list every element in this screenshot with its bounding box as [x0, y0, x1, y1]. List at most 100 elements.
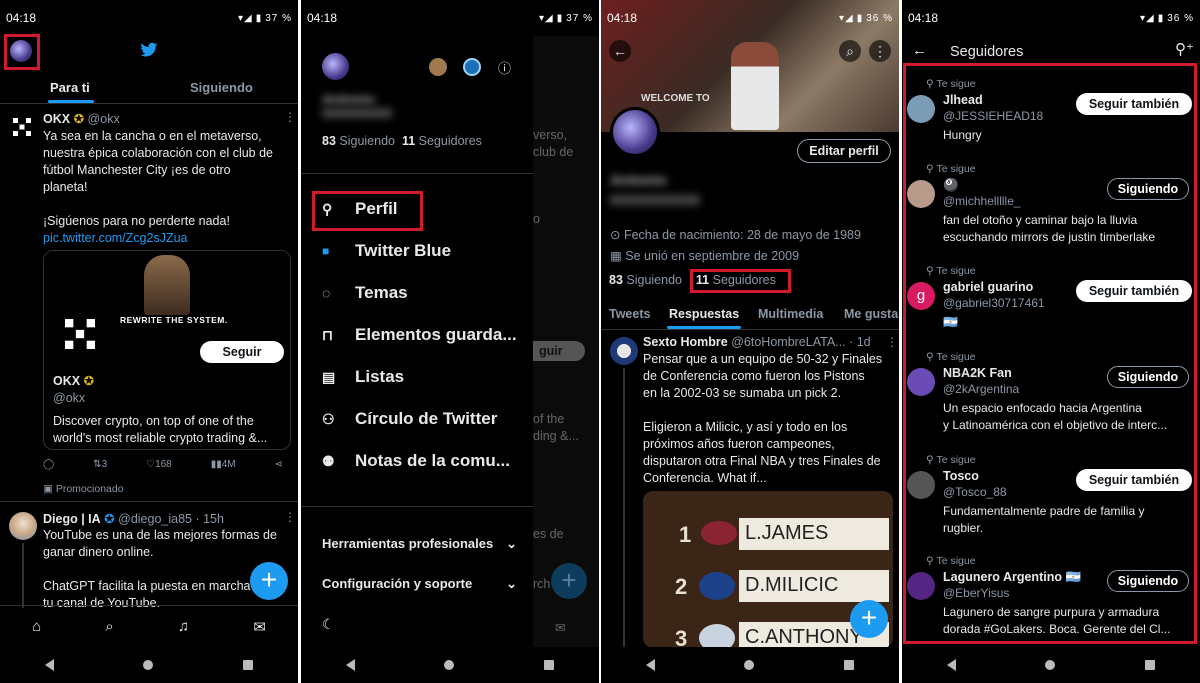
home-screen: 04:18 ▾◢ ▮ 37 % Para ti Siguiendo OKX ✪ @o… — [0, 0, 298, 683]
follower-row[interactable]: ⚲ Te sigue Lagunero Argentino 🇦🇷 @EberYisu… — [906, 555, 1194, 641]
menu-item-listas[interactable]: ▤ Listas — [322, 356, 517, 398]
back-arrow-icon[interactable]: ← — [912, 42, 927, 59]
follower-name[interactable]: NBA2K Fan — [943, 366, 1012, 380]
retweet-button[interactable]: ⇅3 — [93, 459, 107, 470]
tab-siguiendo[interactable]: Siguiendo — [190, 80, 253, 95]
follower-name[interactable]: 🎱 — [943, 178, 959, 193]
follow-action-button[interactable]: Seguir también — [1076, 280, 1192, 302]
arrow-left-icon: ← — [613, 43, 627, 59]
home-icon[interactable]: ⌂ — [32, 618, 41, 635]
home-circle-icon[interactable] — [143, 660, 154, 670]
back-icon[interactable] — [645, 659, 655, 671]
reply-avatar[interactable] — [610, 337, 638, 365]
search-button[interactable]: ⌕ — [839, 40, 861, 62]
follow-action-button[interactable]: Seguir también — [1076, 469, 1192, 491]
menu-item-bookmarks[interactable]: ⊓ Elementos guarda... — [322, 314, 517, 356]
home-circle-icon[interactable] — [1045, 660, 1056, 670]
follower-row[interactable]: ⚲ Te sigue g gabriel guarino @gabriel307174… — [906, 265, 1194, 351]
android-nav-bar — [902, 647, 1200, 683]
follow-action-button[interactable]: Siguiendo — [1107, 570, 1189, 592]
follower-avatar[interactable] — [907, 572, 935, 600]
add-user-icon[interactable]: ⚲⁺ — [1175, 40, 1194, 58]
menu-item-twitter-blue[interactable]: ■ Twitter Blue — [322, 230, 517, 272]
follower-avatar[interactable] — [907, 95, 935, 123]
profile-avatar[interactable] — [610, 107, 660, 157]
follow-action-button[interactable]: Siguiendo — [1107, 178, 1189, 200]
edit-profile-button[interactable]: Editar perfil — [797, 139, 891, 163]
card-follow-button[interactable]: Seguir — [200, 341, 284, 363]
follower-avatar[interactable]: g — [907, 282, 935, 310]
follower-avatar[interactable] — [907, 180, 935, 208]
follower-name[interactable]: gabriel guarino — [943, 280, 1033, 294]
post-header: OKX ✪ @okx — [43, 111, 120, 126]
tab-me-gusta[interactable]: Me gusta — [844, 307, 898, 321]
back-icon[interactable] — [345, 659, 355, 671]
tab-multimedia[interactable]: Multimedia — [758, 307, 823, 321]
tab-respuestas[interactable]: Respuestas — [669, 307, 739, 321]
twitter-blue-icon: ■ — [322, 243, 330, 258]
menu-screen: 04:18 ▾◢ ▮ 37 % ⓘ Antonio 83 Siguiendo 11 … — [301, 0, 599, 683]
recents-icon[interactable] — [1145, 660, 1156, 670]
back-button[interactable]: ← — [609, 40, 631, 62]
wifi-icon: ▾◢ — [237, 12, 253, 24]
drawer-avatar[interactable] — [322, 53, 349, 80]
reply-author-name[interactable]: Sexto Hombre — [643, 335, 728, 349]
search-icon[interactable]: ⌕ — [105, 618, 113, 635]
follower-name[interactable]: Tosco — [943, 469, 979, 483]
menu-item-temas[interactable]: ◌ Temas — [322, 272, 517, 314]
post2-author-name[interactable]: Diego | IA — [43, 512, 101, 526]
account-switch-avatar[interactable] — [429, 58, 447, 76]
follow-action-button[interactable]: Seguir también — [1076, 93, 1192, 115]
follow-action-button[interactable]: Siguiendo — [1107, 366, 1189, 388]
post2-header: Diego | IA ✪ @diego_ia85 · 15h — [43, 511, 224, 526]
post2-more-icon[interactable]: ⋮ — [284, 510, 296, 524]
post-link[interactable]: pic.twitter.com/Zcg2sJZua — [43, 230, 295, 247]
back-icon[interactable] — [44, 659, 54, 671]
recents-icon[interactable] — [844, 660, 855, 670]
tab-tweets[interactable]: Tweets — [609, 307, 650, 321]
follower-name[interactable]: Jlhead — [943, 93, 983, 107]
tab-active-indicator — [48, 100, 94, 103]
recents-icon[interactable] — [544, 660, 555, 670]
person-small-icon: ⚲ — [926, 454, 934, 466]
views-button[interactable]: ▮▮4M — [211, 459, 236, 470]
follower-row[interactable]: ⚲ Te sigue Jlhead @JESSIEHEAD18 Seguir tamb… — [906, 78, 1194, 164]
follower-row[interactable]: ⚲ Te sigue NBA2K Fan @2kArgentina Siguiendo… — [906, 351, 1194, 437]
section-settings[interactable]: Configuración y soporte ⌄ — [322, 576, 517, 592]
dark-mode-icon[interactable]: ☾ — [322, 616, 335, 633]
follower-row[interactable]: ⚲ Te sigue 🎱 @michhellllle_ Siguiendo fan de… — [906, 163, 1194, 249]
follower-row[interactable]: ⚲ Te sigue Tosco @Tosco_88 Seguir también Fu… — [906, 454, 1194, 540]
account-switch-avatar-2[interactable] — [463, 58, 481, 76]
like-button[interactable]: ♡168 — [146, 459, 172, 470]
more-button[interactable]: ⋮ — [869, 40, 891, 62]
follower-avatar[interactable] — [907, 471, 935, 499]
follower-name[interactable]: Lagunero Argentino 🇦🇷 — [943, 570, 1081, 585]
home-circle-icon[interactable] — [444, 660, 455, 670]
menu-item-circle[interactable]: ⚇ Círculo de Twitter — [322, 398, 517, 440]
home-circle-icon[interactable] — [744, 660, 755, 670]
messages-icon[interactable]: ✉ — [253, 618, 266, 636]
share-icon[interactable]: ⋖ — [275, 459, 283, 470]
notifications-icon[interactable]: ♫ — [178, 618, 189, 635]
recents-icon[interactable] — [243, 660, 254, 670]
dim-mail-icon: ✉ — [555, 621, 566, 635]
post-author-name[interactable]: OKX — [43, 112, 70, 126]
post-more-icon[interactable]: ⋮ — [284, 110, 296, 124]
back-icon[interactable] — [946, 659, 956, 671]
tab-para-ti[interactable]: Para ti — [50, 80, 90, 95]
promo-card[interactable]: REWRITE THE SYSTEM. Seguir OKX ✪ @okx Di… — [43, 250, 291, 450]
compose-button[interactable]: + — [850, 600, 888, 638]
reply-more-icon[interactable]: ⋮ — [886, 335, 898, 349]
follower-avatar[interactable] — [907, 368, 935, 396]
post2-avatar[interactable] — [9, 512, 37, 540]
follower-bio-line: y Latinoamérica con el objetivo de inter… — [943, 418, 1168, 432]
retweet-icon: ⇅ — [93, 459, 102, 470]
more-accounts-icon[interactable]: ⓘ — [498, 58, 511, 77]
follower-bio: fan del otoño y caminar bajo la lluvia es… — [943, 212, 1193, 246]
menu-item-community-notes[interactable]: ⚉ Notas de la comu... — [322, 440, 517, 482]
compose-button[interactable]: + — [250, 562, 288, 600]
section-pro-tools[interactable]: Herramientas profesionales ⌄ — [322, 536, 517, 552]
reply-icon[interactable]: ◯ — [43, 459, 54, 470]
bottom-nav: ⌂ ⌕ ♫ ✉ — [0, 605, 298, 647]
menu-item-perfil[interactable]: ⚲ Perfil — [322, 188, 517, 230]
